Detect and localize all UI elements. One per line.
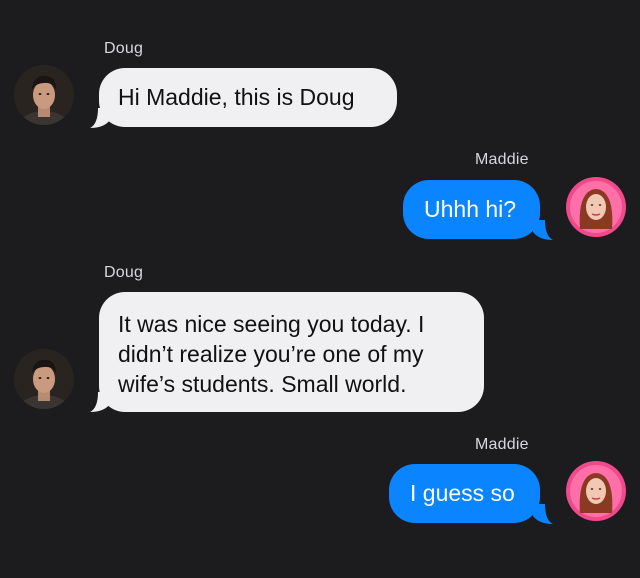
maddie-avatar-image: [566, 177, 626, 237]
message-bubble-incoming[interactable]: Hi Maddie, this is Doug: [99, 68, 397, 127]
message-bubble-incoming[interactable]: It was nice seeing you today. I didn’t r…: [99, 292, 484, 412]
sender-name: Doug: [104, 40, 144, 57]
message-bubble-outgoing[interactable]: I guess so: [389, 464, 540, 523]
sender-name: Maddie: [475, 436, 529, 453]
avatar-maddie[interactable]: [566, 461, 626, 521]
message-text: I guess so: [410, 480, 515, 506]
avatar-doug[interactable]: [14, 349, 74, 409]
avatar-doug[interactable]: [14, 65, 74, 125]
doug-avatar-image: [14, 65, 74, 125]
message-text-line: wife’s students. Small world.: [118, 371, 407, 397]
sender-name: Doug: [104, 264, 144, 281]
message-bubble-outgoing[interactable]: Uhhh hi?: [403, 180, 540, 239]
avatar-maddie[interactable]: [566, 177, 626, 237]
sender-name: Maddie: [475, 151, 529, 168]
maddie-avatar-image: [566, 461, 626, 521]
message-text-line: didn’t realize you’re one of my: [118, 341, 424, 367]
message-thread: Doug Hi Maddie, this is Doug Maddie Uhhh…: [0, 0, 640, 578]
message-text-line: It was nice seeing you today. I: [118, 311, 425, 337]
message-text: Uhhh hi?: [424, 196, 517, 222]
doug-avatar-image: [14, 349, 74, 409]
message-text: Hi Maddie, this is Doug: [118, 84, 355, 110]
